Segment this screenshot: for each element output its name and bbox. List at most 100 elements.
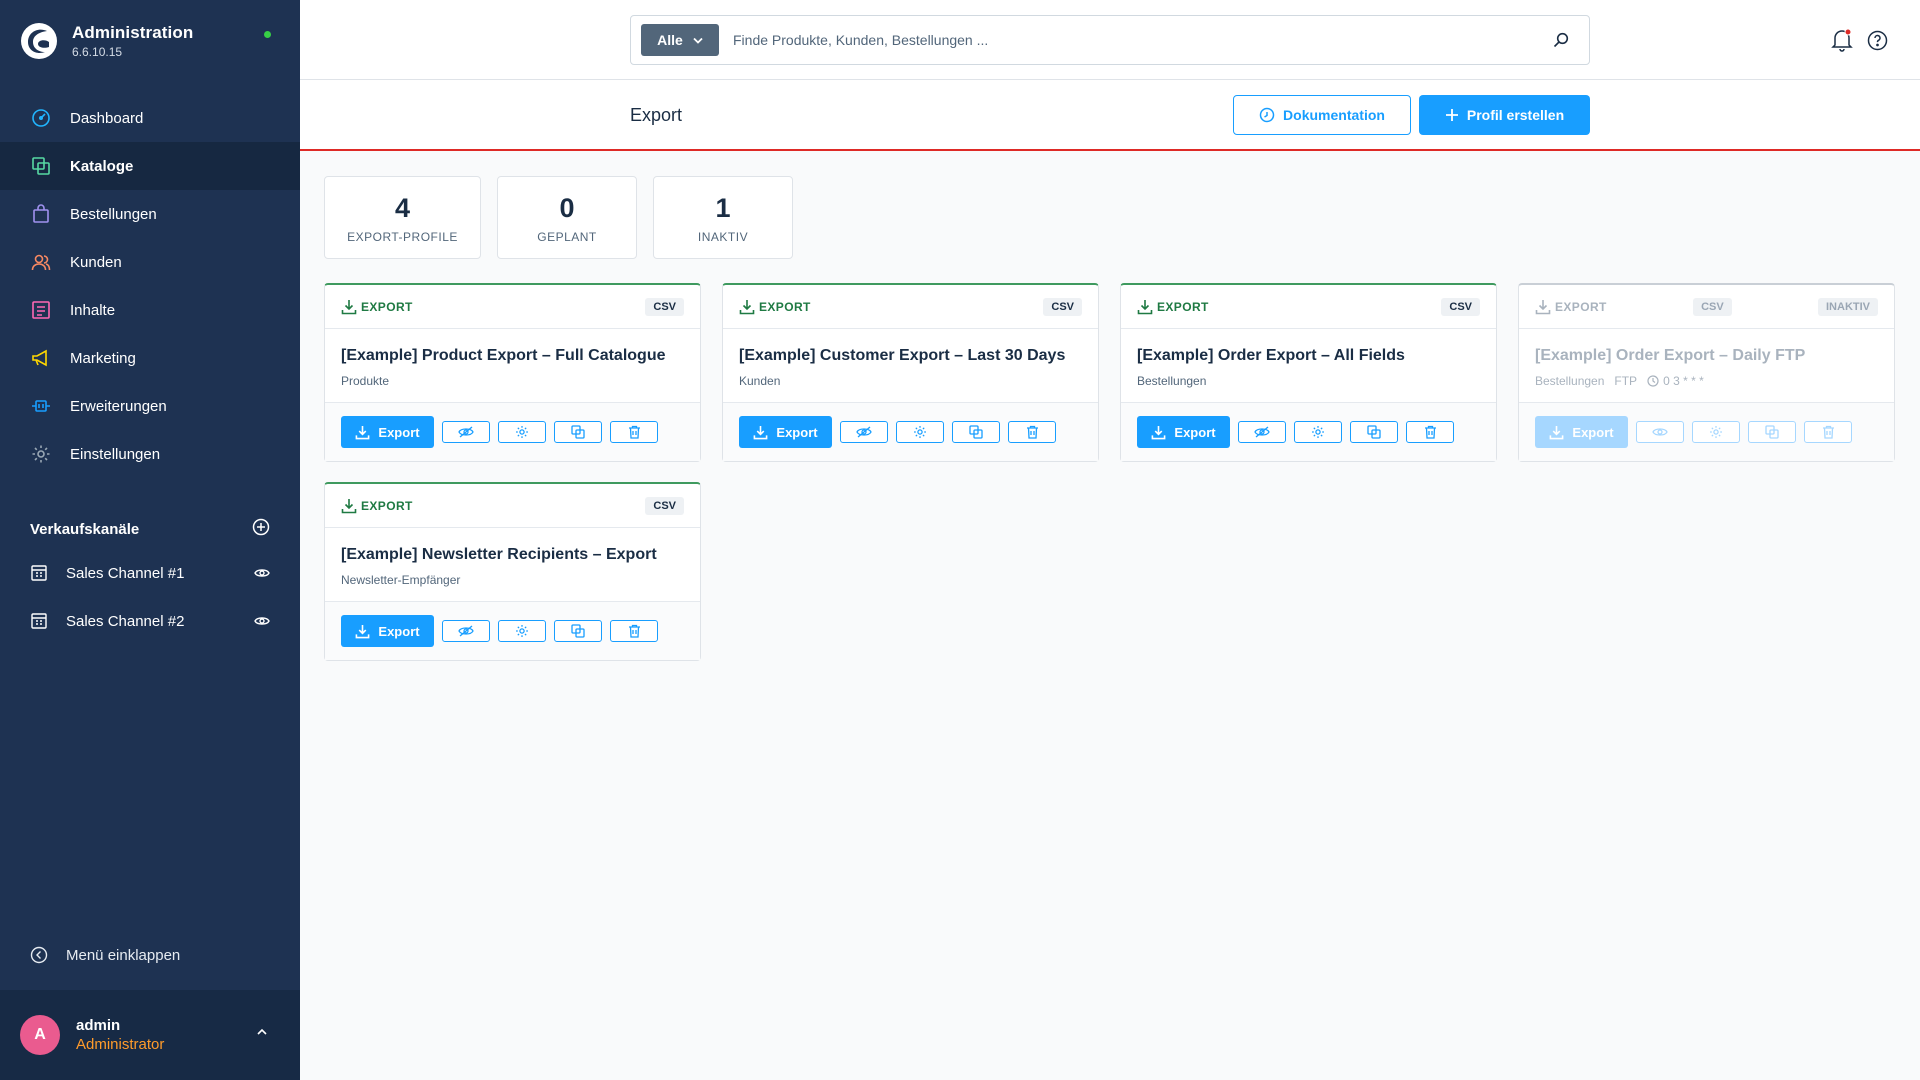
storefront-icon — [30, 564, 48, 582]
download-icon — [754, 425, 768, 439]
gauge-icon — [30, 107, 52, 129]
eye-icon[interactable] — [254, 567, 270, 579]
search-type-select[interactable]: Alle — [641, 24, 719, 56]
card-title[interactable]: [Example] Newsletter Recipients – Export — [341, 546, 684, 564]
collapse-menu-button[interactable]: Menü einklappen — [30, 946, 180, 964]
export-button[interactable]: Export — [1535, 416, 1628, 448]
card-title[interactable]: [Example] Order Export – Daily FTP — [1535, 347, 1878, 365]
eye-icon[interactable] — [254, 615, 270, 627]
delete-button[interactable] — [1804, 421, 1852, 443]
sidebar-item-label: Kunden — [70, 253, 122, 271]
sidebar-item-einstellungen[interactable]: Einstellungen — [0, 430, 300, 478]
documentation-button[interactable]: Dokumentation — [1233, 95, 1411, 135]
page-header: Export Dokumentation Profil erstellen — [300, 80, 1920, 151]
stat-label: GEPLANT — [537, 230, 597, 244]
card-entity: Bestellungen — [1137, 374, 1207, 388]
chevron-up-icon[interactable] — [256, 1028, 268, 1036]
sidebar-item-label: Erweiterungen — [70, 397, 167, 415]
gear-icon — [914, 426, 926, 438]
bell-icon[interactable] — [1831, 28, 1853, 52]
sidebar-item-label: Marketing — [70, 349, 136, 367]
help-icon[interactable] — [1867, 30, 1888, 51]
global-search: Alle — [630, 15, 1590, 65]
export-button[interactable]: Export — [739, 416, 832, 448]
search-input[interactable] — [733, 32, 1541, 48]
sales-channel-item-2[interactable]: Sales Channel #2 — [30, 612, 270, 630]
card-title[interactable]: [Example] Product Export – Full Catalogu… — [341, 347, 684, 365]
duplicate-button[interactable] — [554, 620, 602, 642]
storefront-icon — [30, 612, 48, 630]
search-type-label: Alle — [657, 32, 683, 48]
download-icon — [1550, 425, 1564, 439]
card-title[interactable]: [Example] Order Export – All Fields — [1137, 347, 1480, 365]
add-sales-channel-icon[interactable] — [252, 518, 270, 540]
card-meta: Bestellungen FTP 0 3 * * * — [1535, 374, 1878, 388]
user-name: admin — [76, 1017, 121, 1034]
card-type: EXPORT — [1535, 299, 1607, 315]
brand[interactable]: Administration 6.6.10.15 — [20, 22, 193, 60]
toggle-visibility-button[interactable] — [1238, 421, 1286, 443]
duplicate-button[interactable] — [554, 421, 602, 443]
settings-button[interactable] — [1692, 421, 1740, 443]
settings-button[interactable] — [1294, 421, 1342, 443]
export-button[interactable]: Export — [1137, 416, 1230, 448]
copy-icon — [1367, 425, 1381, 439]
card-entity: Produkte — [341, 374, 390, 388]
status-badge: INAKTIV — [1818, 297, 1878, 316]
sidebar-item-marketing[interactable]: Marketing — [0, 334, 300, 382]
card-type: EXPORT — [341, 299, 413, 315]
eye-off-icon — [458, 426, 474, 438]
delete-button[interactable] — [610, 421, 658, 443]
stat-inactive: 1 INAKTIV — [653, 176, 793, 259]
format-badge: CSV — [1043, 297, 1082, 316]
main-nav: Dashboard Kataloge Bestellungen Kunden I… — [0, 94, 300, 478]
settings-button[interactable] — [498, 620, 546, 642]
plug-icon — [30, 395, 52, 417]
chevron-left-circle-icon — [30, 946, 48, 964]
documentation-button-label: Dokumentation — [1283, 107, 1385, 123]
toggle-visibility-button[interactable] — [1636, 421, 1684, 443]
settings-button[interactable] — [896, 421, 944, 443]
plus-icon — [1445, 109, 1458, 121]
trash-icon — [628, 624, 640, 638]
download-icon — [341, 498, 357, 513]
export-button[interactable]: Export — [341, 615, 434, 647]
export-profile-card: EXPORT CSV [Example] Customer Export – L… — [722, 283, 1099, 462]
sidebar-item-erweiterungen[interactable]: Erweiterungen — [0, 382, 300, 430]
sales-channels-heading: Verkaufskanäle — [30, 518, 270, 540]
create-profile-button-label: Profil erstellen — [1466, 107, 1565, 123]
sales-channel-item-1[interactable]: Sales Channel #1 — [30, 564, 270, 582]
settings-button[interactable] — [498, 421, 546, 443]
help-circle-icon — [1259, 107, 1275, 123]
download-icon — [1535, 299, 1551, 314]
duplicate-button[interactable] — [1748, 421, 1796, 443]
stat-value: 1 — [715, 193, 731, 223]
delete-button[interactable] — [610, 620, 658, 642]
export-button[interactable]: Export — [341, 416, 434, 448]
card-title[interactable]: [Example] Customer Export – Last 30 Days — [739, 347, 1082, 365]
toggle-visibility-button[interactable] — [442, 620, 490, 642]
trash-icon — [1424, 425, 1436, 439]
sidebar-item-label: Dashboard — [70, 109, 144, 127]
sidebar-item-kunden[interactable]: Kunden — [0, 238, 300, 286]
clock-icon — [1647, 375, 1659, 387]
format-badge: CSV — [645, 297, 684, 316]
download-icon — [739, 299, 755, 314]
duplicate-button[interactable] — [952, 421, 1000, 443]
megaphone-icon — [30, 347, 52, 369]
status-indicator — [264, 31, 271, 38]
duplicate-button[interactable] — [1350, 421, 1398, 443]
delete-button[interactable] — [1406, 421, 1454, 443]
delete-button[interactable] — [1008, 421, 1056, 443]
sidebar-item-label: Kataloge — [70, 157, 134, 175]
sidebar-item-inhalte[interactable]: Inhalte — [0, 286, 300, 334]
export-profile-card: EXPORT CSV [Example] Order Export – All … — [1120, 283, 1497, 462]
sidebar-item-kataloge[interactable]: Kataloge — [0, 142, 300, 190]
search-icon[interactable] — [1541, 32, 1581, 48]
toggle-visibility-button[interactable] — [840, 421, 888, 443]
user-menu[interactable]: A admin Administrator — [0, 990, 300, 1080]
sidebar-item-bestellungen[interactable]: Bestellungen — [0, 190, 300, 238]
sidebar-item-dashboard[interactable]: Dashboard — [0, 94, 300, 142]
toggle-visibility-button[interactable] — [442, 421, 490, 443]
create-profile-button[interactable]: Profil erstellen — [1419, 95, 1590, 135]
